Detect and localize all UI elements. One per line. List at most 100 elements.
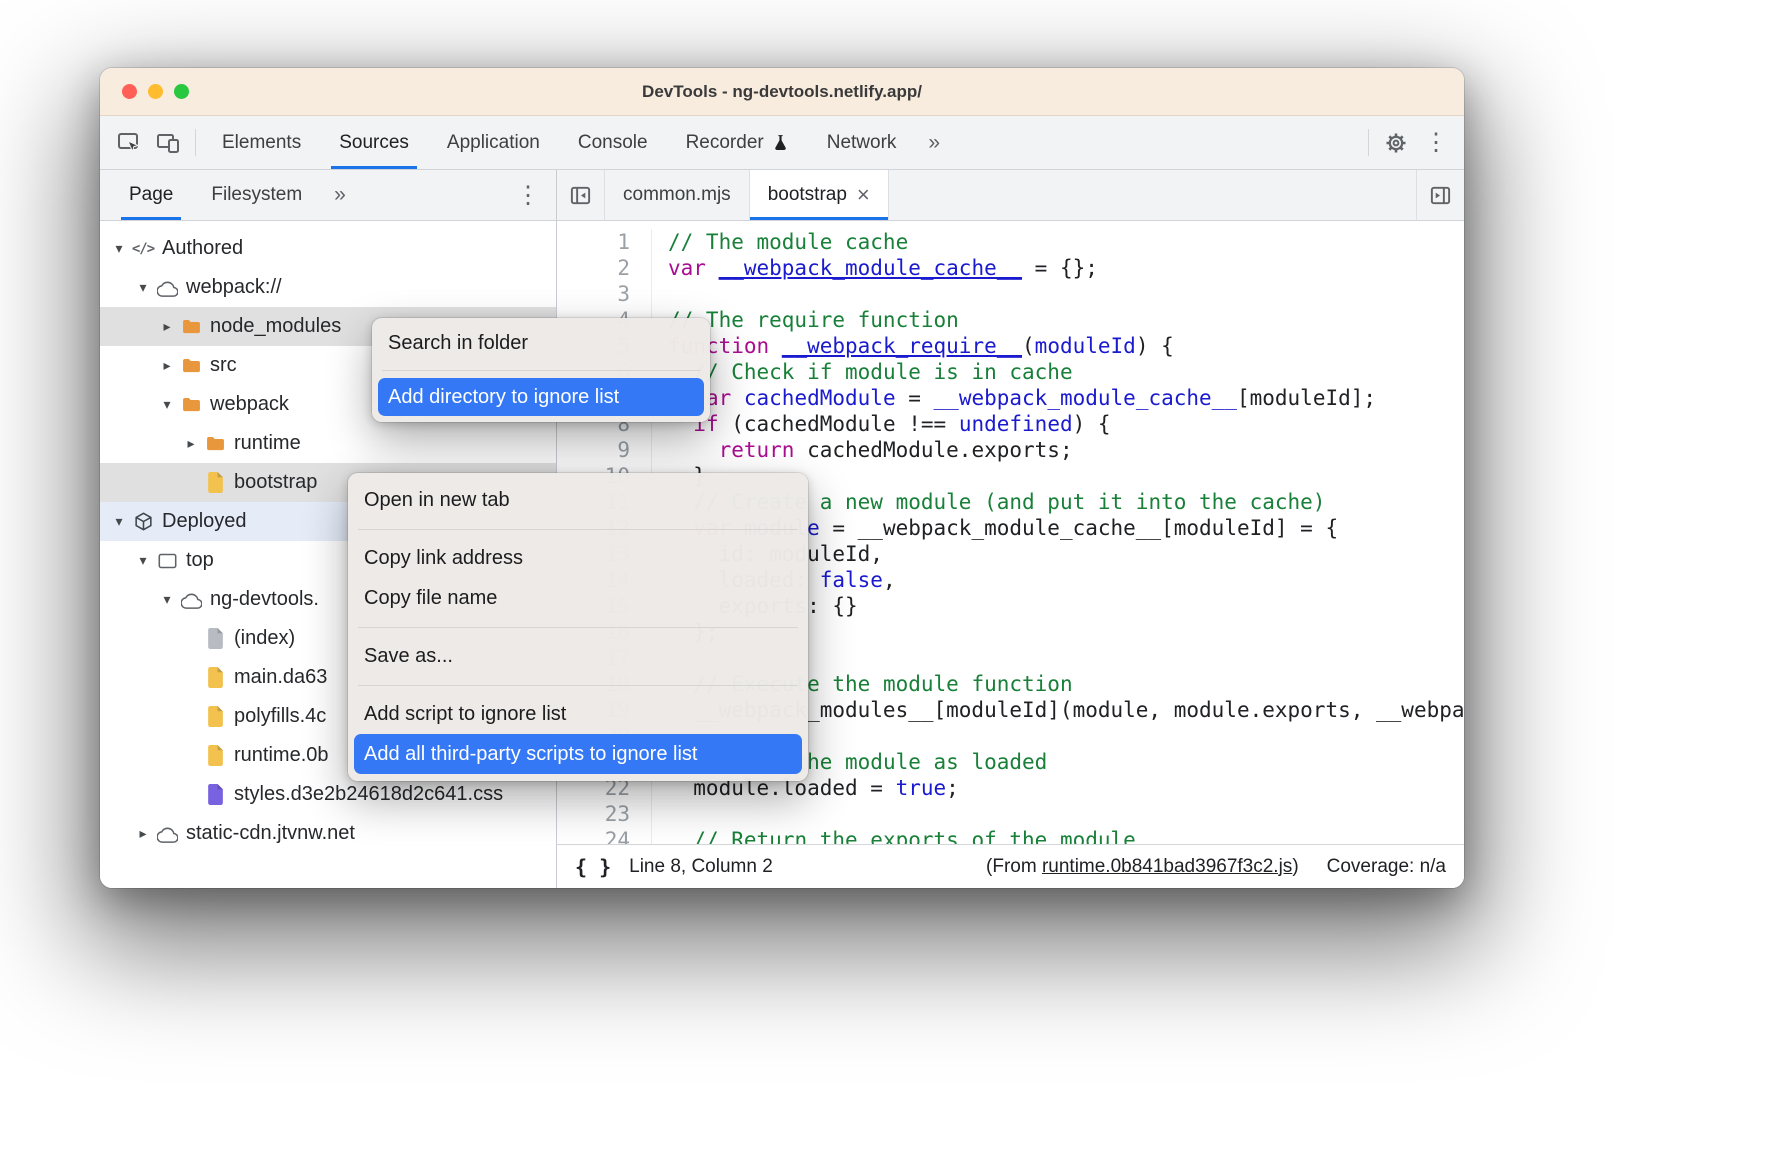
disclosure-right-icon[interactable]: ▸: [132, 825, 154, 842]
close-tab-icon[interactable]: ×: [857, 184, 870, 206]
disclosure-down-icon[interactable]: ▾: [132, 552, 154, 569]
disclosure-down-icon[interactable]: ▾: [132, 279, 154, 296]
tree-item-label: src: [210, 354, 237, 377]
settings-gear-button[interactable]: [1376, 116, 1416, 169]
tree-item-label: polyfills.4c: [234, 705, 326, 728]
navigator-more-options-button[interactable]: ⋮: [508, 170, 548, 220]
device-toolbar-button[interactable]: [148, 116, 188, 169]
tab-elements[interactable]: Elements: [203, 116, 320, 169]
hide-navigator-button[interactable]: [557, 170, 605, 220]
file-js-icon: [207, 472, 224, 493]
code-line-text: // Check if module is in cache: [652, 359, 1073, 385]
minimize-window-button[interactable]: [148, 84, 163, 99]
traffic-lights: [122, 68, 189, 115]
file-css-icon: [207, 784, 224, 805]
tree-item-static-cdn-jtvnw-net[interactable]: ▸static-cdn.jtvnw.net: [100, 814, 556, 853]
tree-item-label: runtime: [234, 432, 301, 455]
disclosure-right-icon[interactable]: ▸: [156, 318, 178, 335]
line-number[interactable]: 1: [557, 229, 652, 255]
tab-label: Recorder: [686, 132, 764, 154]
file-plain-icon: [207, 628, 224, 649]
code-line: 2var __webpack_module_cache__ = {};: [557, 255, 1464, 281]
close-window-button[interactable]: [122, 84, 137, 99]
line-number[interactable]: 2: [557, 255, 652, 281]
more-sidebar-tabs-chevron[interactable]: »: [321, 170, 359, 220]
code-line-text: [652, 281, 668, 307]
window-titlebar[interactable]: DevTools - ng-devtools.netlify.app/: [100, 68, 1464, 116]
tree-item-label: ng-devtools.: [210, 588, 319, 611]
tab-console[interactable]: Console: [559, 116, 667, 169]
editor-tab-label: bootstrap: [768, 184, 847, 206]
tree-item-runtime[interactable]: ▸ runtime: [100, 424, 556, 463]
collapse-navigator-icon: [569, 184, 592, 207]
tree-item-label: Authored: [162, 237, 243, 260]
show-sidebar-panel-button[interactable]: [1416, 170, 1464, 220]
editor-tab-bootstrap[interactable]: bootstrap ×: [750, 170, 889, 220]
disclosure-down-icon[interactable]: ▾: [156, 591, 178, 608]
frame-icon: [158, 553, 177, 569]
line-number[interactable]: 23: [557, 801, 652, 827]
customize-menu-button[interactable]: ⋮: [1416, 116, 1456, 169]
tab-label: Console: [578, 132, 648, 154]
folder-icon: [182, 358, 201, 373]
cloud-icon: [181, 590, 202, 609]
more-panels-chevron[interactable]: »: [915, 116, 953, 169]
line-number[interactable]: 24: [557, 827, 652, 844]
tab-network[interactable]: Network: [808, 116, 916, 169]
menu-item-label: Add directory to ignore list: [388, 386, 619, 409]
menu-item-label: Save as...: [364, 645, 453, 668]
menu-item-copy-link-address[interactable]: Copy link address: [348, 538, 808, 578]
inspect-element-button[interactable]: [108, 116, 148, 169]
folder-icon: [182, 319, 201, 334]
disclosure-right-icon[interactable]: ▸: [156, 357, 178, 374]
code-line: 24 // Return the exports of the module: [557, 827, 1464, 844]
sidebar-tab-page[interactable]: Page: [110, 170, 192, 220]
editor-tab-common-mjs[interactable]: common.mjs: [605, 170, 750, 220]
disclosure-down-icon[interactable]: ▾: [108, 240, 130, 257]
line-number[interactable]: 3: [557, 281, 652, 307]
tab-label: Application: [447, 132, 540, 154]
tree-item-authored[interactable]: ▾</> Authored: [100, 229, 556, 268]
code-line: 1// The module cache: [557, 229, 1464, 255]
disclosure-down-icon[interactable]: ▾: [108, 513, 130, 530]
tree-item-label: main.da63: [234, 666, 327, 689]
menu-item-open-in-new-tab[interactable]: Open in new tab: [348, 480, 808, 520]
cursor-position: Line 8, Column 2: [629, 856, 773, 878]
tree-item-label: bootstrap: [234, 471, 317, 494]
disclosure-right-icon[interactable]: ▸: [180, 435, 202, 452]
tab-label: Network: [827, 132, 897, 154]
menu-item-label: Open in new tab: [364, 489, 510, 512]
menu-item-add-script-to-ignore-list[interactable]: Add script to ignore list: [348, 694, 808, 734]
menu-item-add-all-third-party-scripts-to-ignore-list[interactable]: Add all third-party scripts to ignore li…: [354, 734, 802, 774]
tree-item-label: styles.d3e2b24618d2c641.css: [234, 783, 503, 806]
menu-separator: [358, 627, 798, 628]
menu-item-label: Add script to ignore list: [364, 703, 566, 726]
sidebar-tab-filesystem[interactable]: Filesystem: [192, 170, 321, 220]
menu-item-save-as[interactable]: Save as...: [348, 636, 808, 676]
tab-recorder[interactable]: Recorder: [667, 116, 808, 169]
toolbar-separator: [195, 129, 196, 156]
code-line-text: // The module cache: [652, 229, 908, 255]
pretty-print-icon[interactable]: { }: [575, 855, 611, 879]
editor-status-bar: { } Line 8, Column 2 (From runtime.0b841…: [557, 844, 1464, 888]
menu-item-search-in-folder[interactable]: Search in folder: [372, 324, 710, 362]
menu-item-label: Copy link address: [364, 547, 523, 570]
file-js-icon: [207, 745, 224, 766]
disclosure-down-icon[interactable]: ▾: [156, 396, 178, 413]
tab-application[interactable]: Application: [428, 116, 559, 169]
status-source-link[interactable]: runtime.0b841bad3967f3c2.js: [1042, 856, 1292, 877]
menu-item-add-directory-to-ignore-list[interactable]: Add directory to ignore list: [378, 378, 704, 416]
tree-item-webpack[interactable]: ▾webpack://: [100, 268, 556, 307]
tab-label: Page: [129, 184, 173, 206]
code-icon: </>: [132, 241, 154, 257]
zoom-window-button[interactable]: [174, 84, 189, 99]
device-toolbar-icon: [156, 131, 180, 155]
line-number[interactable]: 9: [557, 437, 652, 463]
expand-panel-icon: [1429, 184, 1452, 207]
code-line: 23: [557, 801, 1464, 827]
menu-item-copy-file-name[interactable]: Copy file name: [348, 578, 808, 618]
tab-sources[interactable]: Sources: [320, 116, 428, 169]
cloud-icon: [157, 824, 178, 843]
devtools-toolbar: ElementsSources Application Console Recorde…: [100, 116, 1464, 170]
file-js-icon: [207, 706, 224, 727]
